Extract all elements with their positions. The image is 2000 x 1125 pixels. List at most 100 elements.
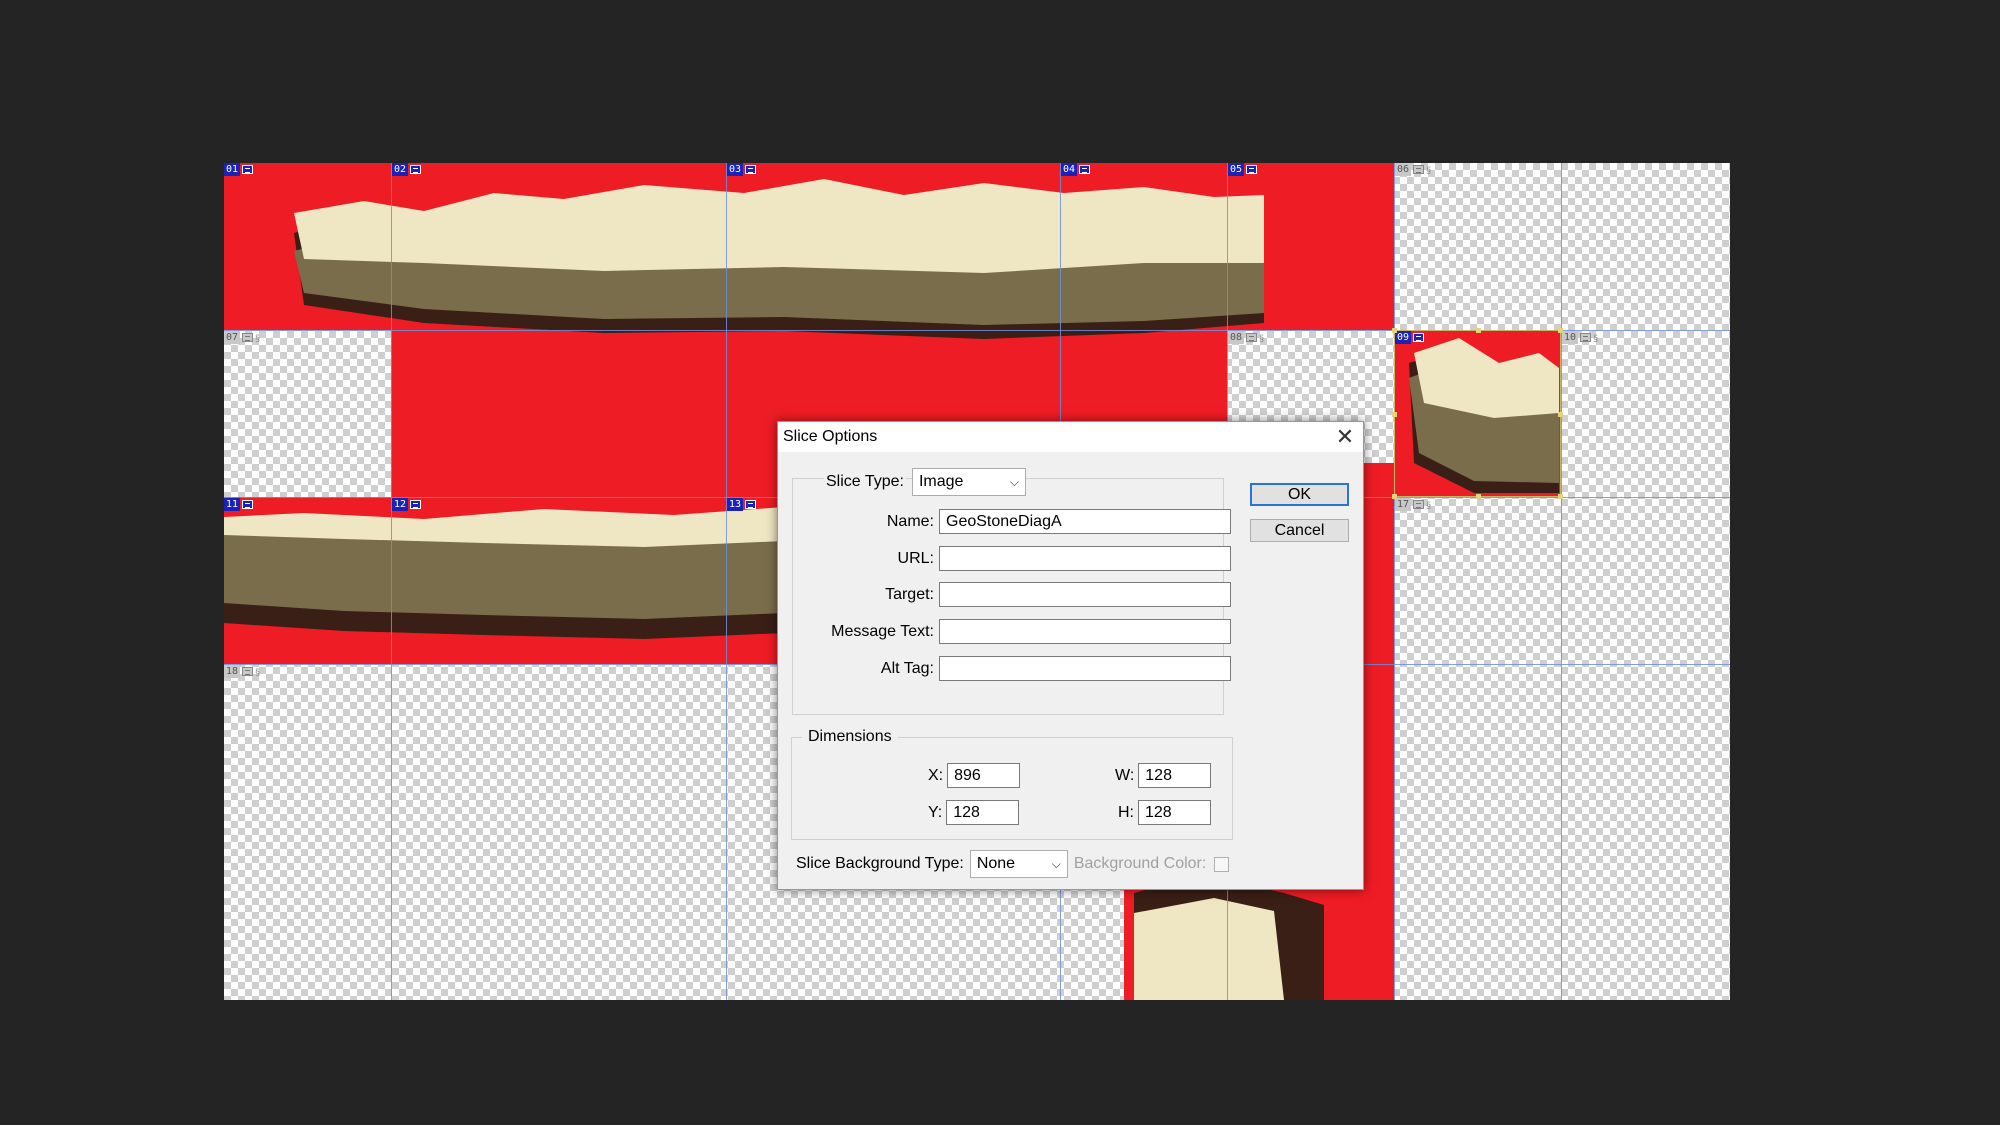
image-slice-icon xyxy=(1246,333,1258,342)
bg-type-row: Slice Background Type: None ⌵ Background… xyxy=(796,850,1230,878)
slice-type-select[interactable]: Image ⌵ xyxy=(911,468,1026,496)
name-row: Name: GeoStoneDiagA xyxy=(798,509,1231,534)
y-input[interactable]: 128 xyxy=(946,800,1020,825)
slice-badge[interactable]: 18 § xyxy=(224,665,260,678)
slice-badge[interactable]: 01 xyxy=(224,163,254,176)
alt-row: Alt Tag: xyxy=(798,656,1231,681)
image-slice-icon xyxy=(1413,165,1425,174)
message-text-label: Message Text: xyxy=(831,622,934,640)
name-input[interactable]: GeoStoneDiagA xyxy=(939,509,1231,534)
image-slice-icon xyxy=(1079,165,1091,174)
slice-type-value: Image xyxy=(918,473,964,490)
resize-handle[interactable] xyxy=(1476,494,1481,499)
message-text-input[interactable] xyxy=(939,619,1231,644)
resize-handle[interactable] xyxy=(1558,328,1563,333)
w-label: W: xyxy=(1115,766,1135,784)
cancel-button[interactable]: Cancel xyxy=(1250,519,1349,542)
resize-handle[interactable] xyxy=(1476,328,1481,333)
close-icon[interactable]: ✕ xyxy=(1333,424,1357,449)
image-slice-icon xyxy=(745,500,757,509)
slice-number: 13 xyxy=(727,498,744,511)
target-input[interactable] xyxy=(939,582,1231,607)
slice-badge[interactable]: 11 xyxy=(224,498,254,511)
slice-number: 18 xyxy=(224,665,241,678)
h-row: H: 128 xyxy=(1118,800,1211,825)
resize-handle[interactable] xyxy=(1558,412,1563,417)
link-icon: § xyxy=(1426,499,1432,510)
slice-number: 10 xyxy=(1562,331,1579,344)
h-input[interactable]: 128 xyxy=(1138,800,1211,825)
name-label: Name: xyxy=(886,512,934,530)
link-icon: § xyxy=(1593,332,1599,343)
w-row: W: 128 xyxy=(1115,763,1212,788)
slice-badge[interactable]: 06 § xyxy=(1395,163,1431,176)
selected-slice[interactable] xyxy=(1392,328,1563,499)
resize-handle[interactable] xyxy=(1392,328,1397,333)
image-slice-icon xyxy=(410,165,422,174)
slice-number: 12 xyxy=(392,498,409,511)
bg-type-value: None xyxy=(976,855,1016,872)
slice-badge[interactable]: 03 xyxy=(727,163,757,176)
link-icon: § xyxy=(255,666,261,677)
url-input[interactable] xyxy=(939,546,1231,571)
y-label: Y: xyxy=(928,803,943,821)
image-slice-icon xyxy=(1580,333,1592,342)
slice-number: 01 xyxy=(224,163,241,176)
bg-color-swatch xyxy=(1214,856,1230,872)
target-label: Target: xyxy=(885,585,934,603)
chevron-down-icon: ⌵ xyxy=(1009,474,1019,489)
slice-badge[interactable]: 17 § xyxy=(1395,498,1431,511)
slice-badge[interactable]: 08 § xyxy=(1228,331,1264,344)
bg-type-select[interactable]: None ⌵ xyxy=(969,850,1068,878)
slice-number: 08 xyxy=(1228,331,1245,344)
x-input[interactable]: 896 xyxy=(947,763,1021,788)
slice-line xyxy=(1561,163,1562,1000)
dialog-titlebar[interactable]: Slice Options ✕ xyxy=(778,422,1363,452)
url-row: URL: xyxy=(798,546,1231,571)
chevron-down-icon: ⌵ xyxy=(1051,856,1061,871)
slice-number: 06 xyxy=(1395,163,1412,176)
link-icon: § xyxy=(255,332,261,343)
image-slice-icon xyxy=(242,333,254,342)
image-slice-icon xyxy=(1246,165,1258,174)
slice-number: 17 xyxy=(1395,498,1412,511)
link-icon: § xyxy=(1259,332,1265,343)
image-slice-icon xyxy=(242,500,254,509)
slice-badge[interactable]: 12 xyxy=(392,498,422,511)
slice-badge[interactable]: 02 xyxy=(392,163,422,176)
alt-tag-input[interactable] xyxy=(939,656,1231,681)
x-row: X: 896 xyxy=(928,763,1021,788)
slice-number: 05 xyxy=(1228,163,1245,176)
slice-type-row: Slice Type: Image ⌵ xyxy=(824,468,1026,496)
slice-badge[interactable]: 13 xyxy=(727,498,757,511)
message-row: Message Text: xyxy=(798,619,1231,644)
slice-number: 02 xyxy=(392,163,409,176)
target-row: Target: xyxy=(798,582,1231,607)
dialog-title: Slice Options xyxy=(783,428,878,445)
resize-handle[interactable] xyxy=(1392,494,1397,499)
slice-badge[interactable]: 07 § xyxy=(224,331,260,344)
slice-badge[interactable]: 04 xyxy=(1061,163,1091,176)
bg-type-label: Slice Background Type: xyxy=(796,855,964,872)
slice-number: 11 xyxy=(224,498,241,511)
bg-color-label: Background Color: xyxy=(1073,855,1207,872)
slice-badge[interactable]: 05 xyxy=(1228,163,1258,176)
dimensions-legend: Dimensions xyxy=(808,728,892,745)
image-slice-icon xyxy=(242,667,254,676)
resize-handle[interactable] xyxy=(1558,494,1563,499)
image-slice-icon xyxy=(1413,500,1425,509)
resize-handle[interactable] xyxy=(1392,412,1397,417)
x-label: X: xyxy=(928,766,944,784)
link-icon: § xyxy=(1426,164,1432,175)
slice-line xyxy=(391,163,392,1000)
slice-badge[interactable]: 10 § xyxy=(1562,331,1598,344)
image-slice-icon xyxy=(745,165,757,174)
slice-line xyxy=(1394,163,1395,1000)
slice-type-label: Slice Type: xyxy=(824,473,906,491)
w-input[interactable]: 128 xyxy=(1138,763,1212,788)
slice-number: 03 xyxy=(727,163,744,176)
image-slice-icon xyxy=(410,500,422,509)
slice-number: 04 xyxy=(1061,163,1078,176)
ok-button[interactable]: OK xyxy=(1250,483,1349,506)
slice-options-dialog: Slice Options ✕ Slice Type: Image ⌵ Name… xyxy=(777,421,1364,890)
